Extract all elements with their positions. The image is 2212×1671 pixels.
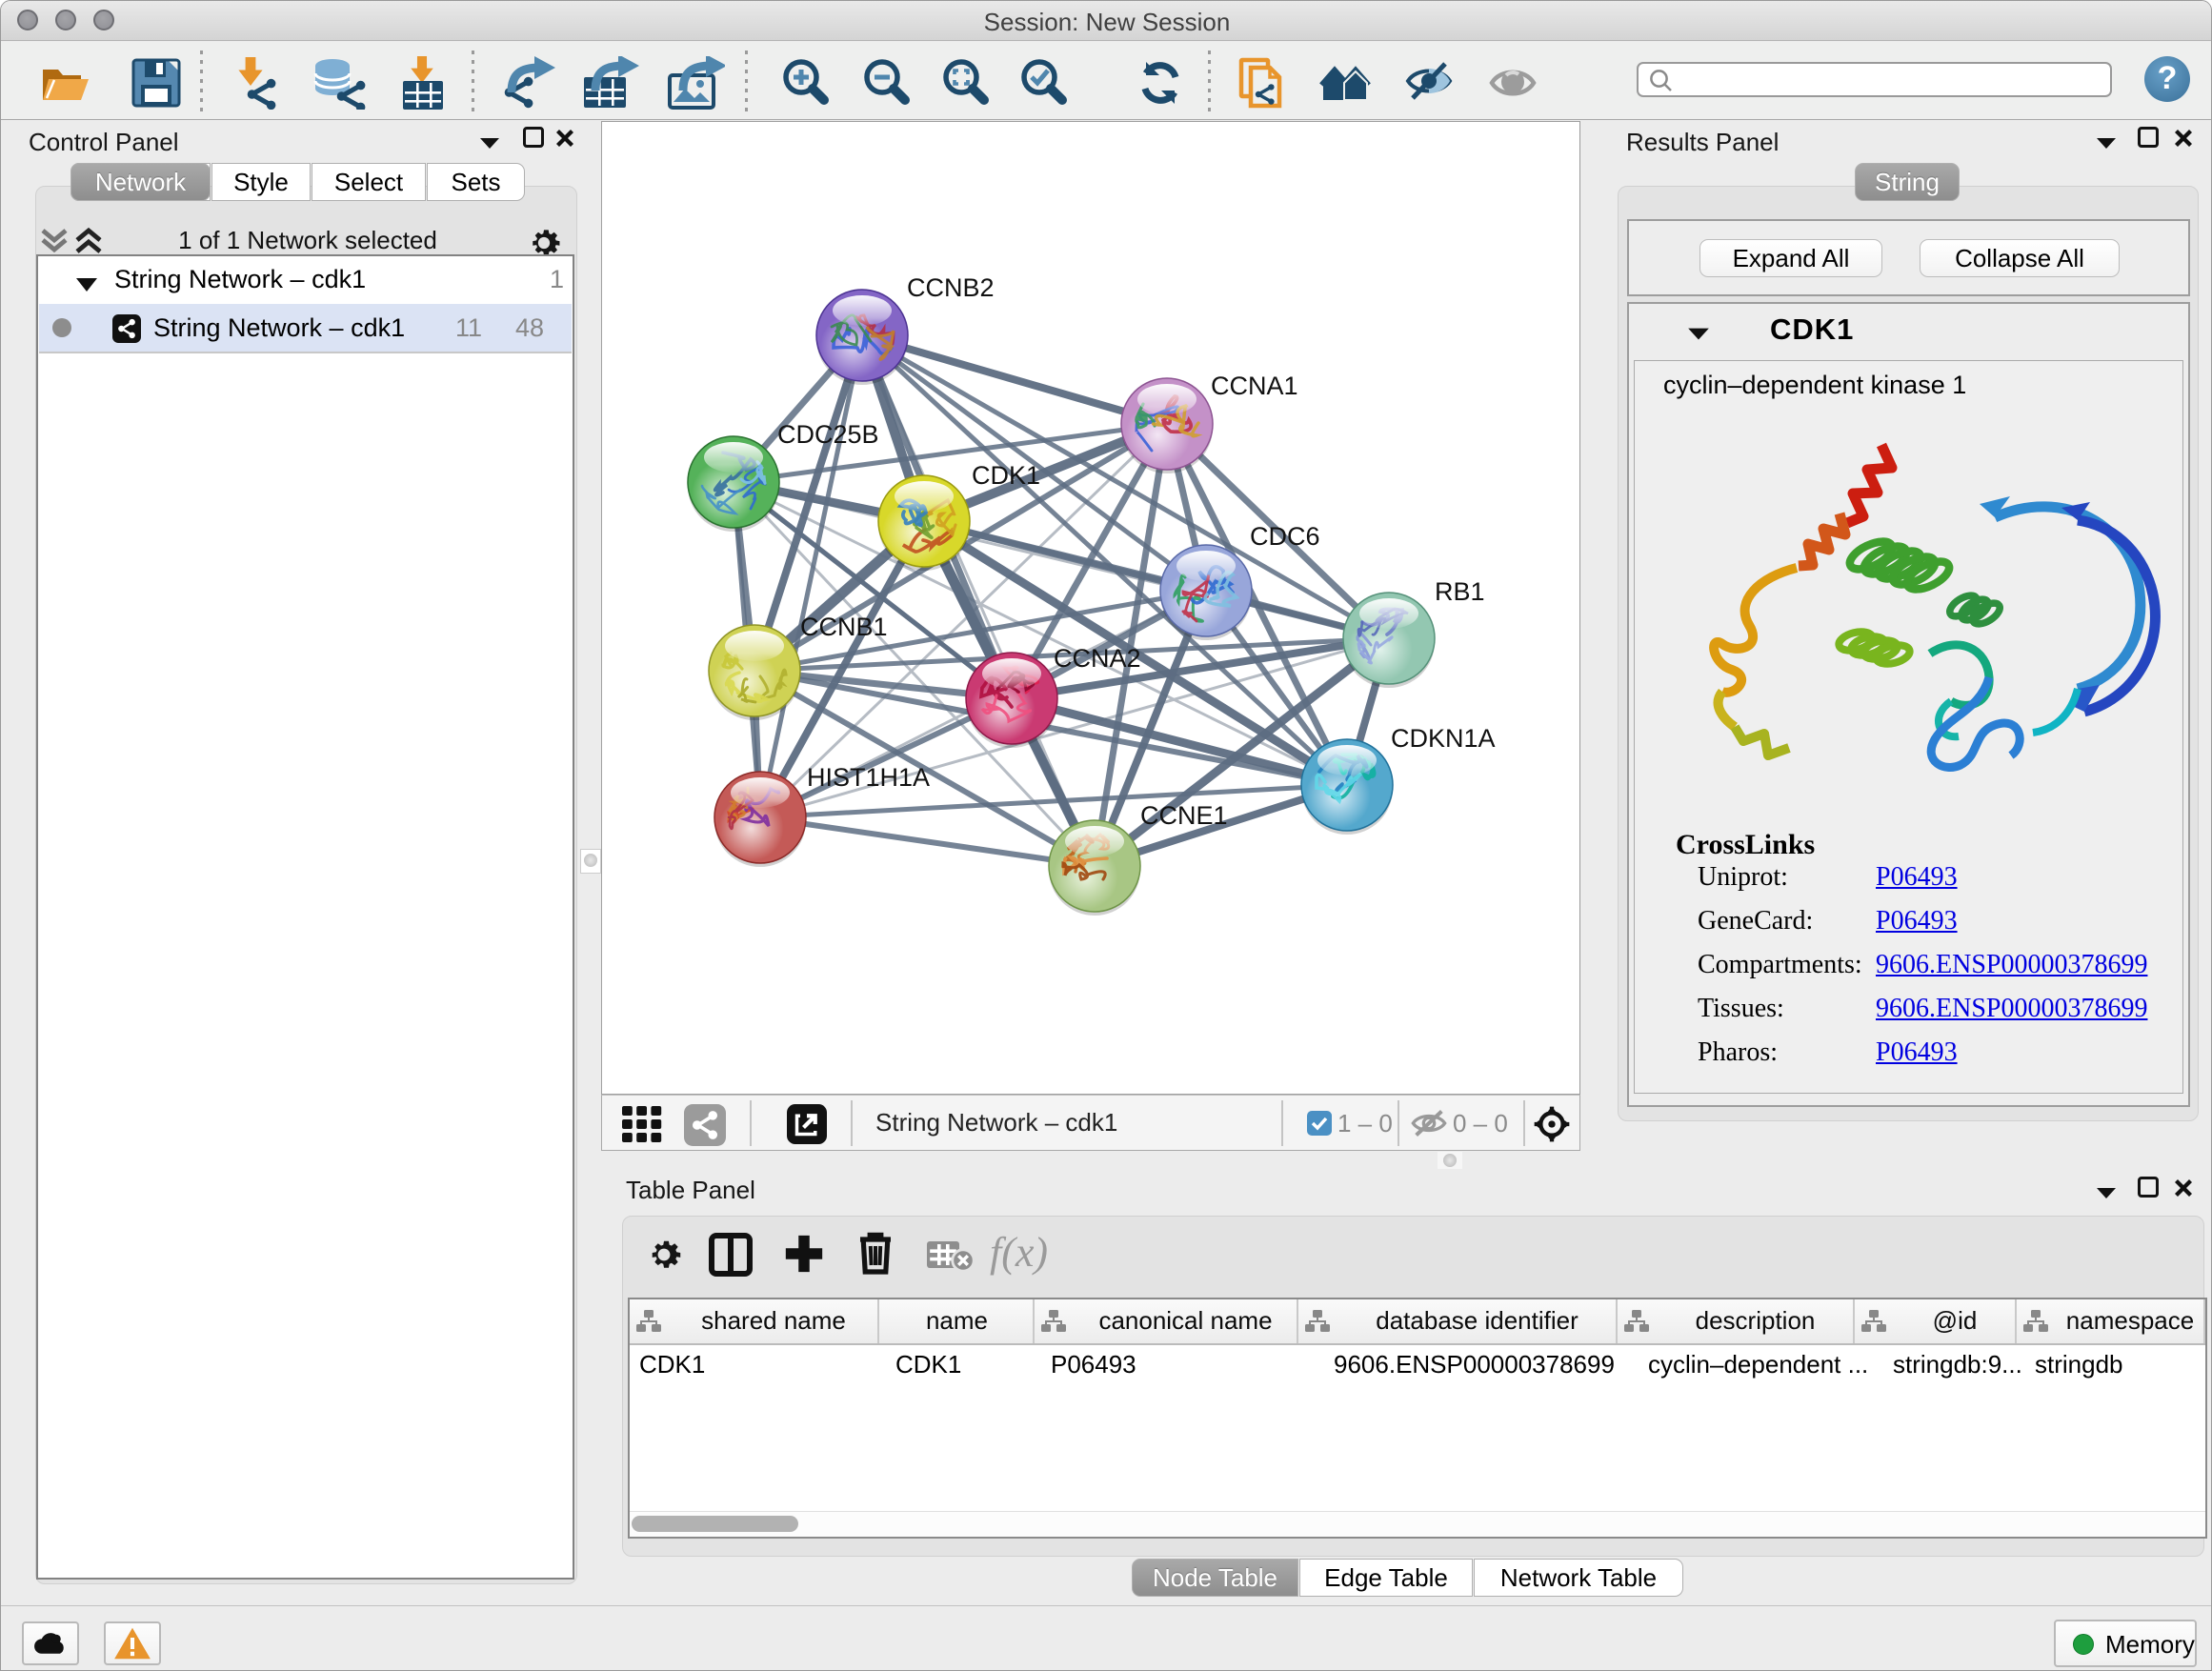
svg-text:CDK1: CDK1 bbox=[972, 461, 1040, 490]
svg-text:CCNA2: CCNA2 bbox=[1054, 644, 1141, 673]
svg-text:RB1: RB1 bbox=[1435, 577, 1485, 606]
svg-text:CCNE1: CCNE1 bbox=[1140, 801, 1228, 830]
svg-text:CDC6: CDC6 bbox=[1250, 522, 1320, 551]
svg-text:CCNA1: CCNA1 bbox=[1211, 372, 1298, 400]
svg-text:HIST1H1A: HIST1H1A bbox=[807, 763, 930, 792]
svg-text:CCNB1: CCNB1 bbox=[800, 613, 888, 641]
svg-text:CDC25B: CDC25B bbox=[777, 420, 879, 449]
svg-text:CCNB2: CCNB2 bbox=[907, 273, 995, 302]
svg-text:CDKN1A: CDKN1A bbox=[1391, 724, 1496, 753]
